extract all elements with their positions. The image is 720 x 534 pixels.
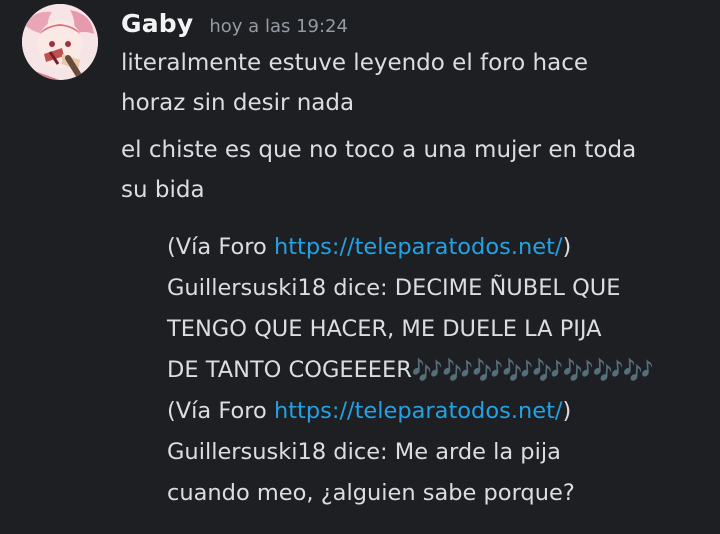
avatar-image — [22, 4, 98, 80]
musical-notes-emoji: 🎶🎶🎶🎶🎶🎶🎶🎶 — [411, 356, 654, 385]
message-line: su bida — [121, 177, 205, 203]
forum-link[interactable]: https://teleparatodos.net/ — [274, 234, 563, 260]
quote-source-prefix: (Vía Foro — [167, 234, 274, 260]
quote-text: DE TANTO COGEEEER — [167, 357, 412, 383]
quote-source-line: (Vía Foro https://teleparatodos.net/) — [167, 227, 711, 268]
quote-source-suffix: ) — [562, 234, 572, 260]
forum-quote-block: (Vía Foro https://teleparatodos.net/) Gu… — [167, 227, 711, 514]
quote-text-line: DE TANTO COGEEEER🎶🎶🎶🎶🎶🎶🎶🎶 — [167, 350, 711, 391]
message-paragraph-1: literalmente estuve leyendo el foro hace… — [121, 43, 711, 123]
message-header: Gaby hoy a las 19:24 — [121, 0, 711, 48]
quote-text-line: TENGO QUE HACER, ME DUELE LA PIJA — [167, 316, 602, 342]
chat-view: Gaby hoy a las 19:24 literalmente estuve… — [0, 0, 720, 534]
quote-source-line: (Vía Foro https://teleparatodos.net/) — [167, 391, 711, 432]
forum-link[interactable]: https://teleparatodos.net/ — [274, 398, 563, 424]
quote-text-line: cuando meo, ¿alguien sabe porque? — [167, 480, 575, 506]
message-paragraph-2: el chiste es que no toco a una mujer en … — [121, 130, 711, 210]
avatar[interactable] — [22, 4, 98, 80]
quote-text-line: Guillersuski18 dice: Me arde la pija — [167, 439, 561, 465]
message-line: el chiste es que no toco a una mujer en … — [121, 137, 637, 163]
message-group: Gaby hoy a las 19:24 literalmente estuve… — [121, 0, 711, 514]
timestamp[interactable]: hoy a las 19:24 — [209, 16, 348, 37]
message-line: horaz sin desir nada — [121, 90, 355, 116]
message-line: literalmente estuve leyendo el foro hace — [121, 50, 588, 76]
quote-text-line: Guillersuski18 dice: DECIME ÑUBEL QUE — [167, 275, 621, 301]
quote-source-prefix: (Vía Foro — [167, 398, 274, 424]
username[interactable]: Gaby — [121, 9, 193, 38]
quote-source-suffix: ) — [562, 398, 572, 424]
